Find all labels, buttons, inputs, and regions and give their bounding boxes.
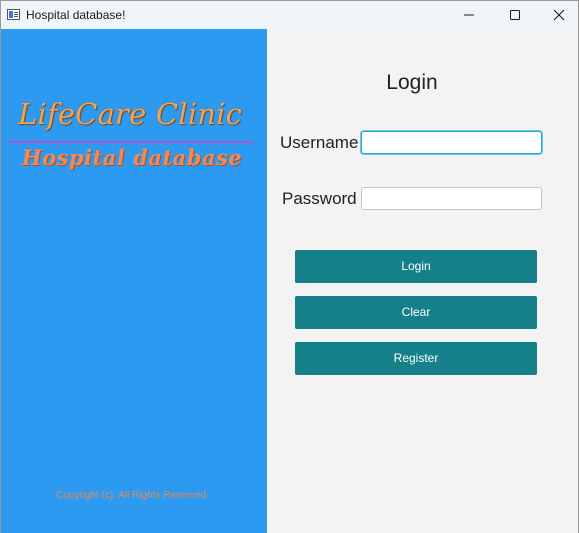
minimize-icon	[464, 14, 474, 16]
login-button[interactable]: Login	[295, 250, 537, 283]
copyright-text: Copyright (c). All Rights Reserved	[55, 490, 207, 501]
username-input[interactable]	[361, 131, 542, 154]
brand-divider	[9, 141, 253, 143]
maximize-icon	[510, 10, 520, 20]
minimize-button[interactable]	[446, 1, 492, 29]
register-button[interactable]: Register	[295, 342, 537, 375]
close-icon	[553, 9, 565, 21]
maximize-button[interactable]	[492, 1, 538, 29]
window-title: Hospital database!	[26, 8, 126, 22]
clinic-name: LifeCare Clinic	[17, 97, 243, 131]
password-label: Password	[282, 189, 357, 208]
clear-button[interactable]: Clear	[295, 296, 537, 329]
app-subtitle: Hospital database	[21, 145, 243, 170]
login-panel: Login Username Password Login Clear Regi…	[267, 29, 578, 533]
password-input[interactable]	[361, 187, 542, 210]
title-bar[interactable]: Hospital database!	[1, 1, 578, 29]
close-button[interactable]	[536, 1, 579, 29]
branding-panel: LifeCare Clinic Hospital database Copyri…	[1, 29, 267, 533]
login-heading: Login	[386, 71, 438, 94]
app-window-icon	[7, 9, 20, 20]
app-window: Hospital database! LifeCare Clinic Hospi…	[0, 0, 579, 533]
username-label: Username	[280, 133, 359, 152]
